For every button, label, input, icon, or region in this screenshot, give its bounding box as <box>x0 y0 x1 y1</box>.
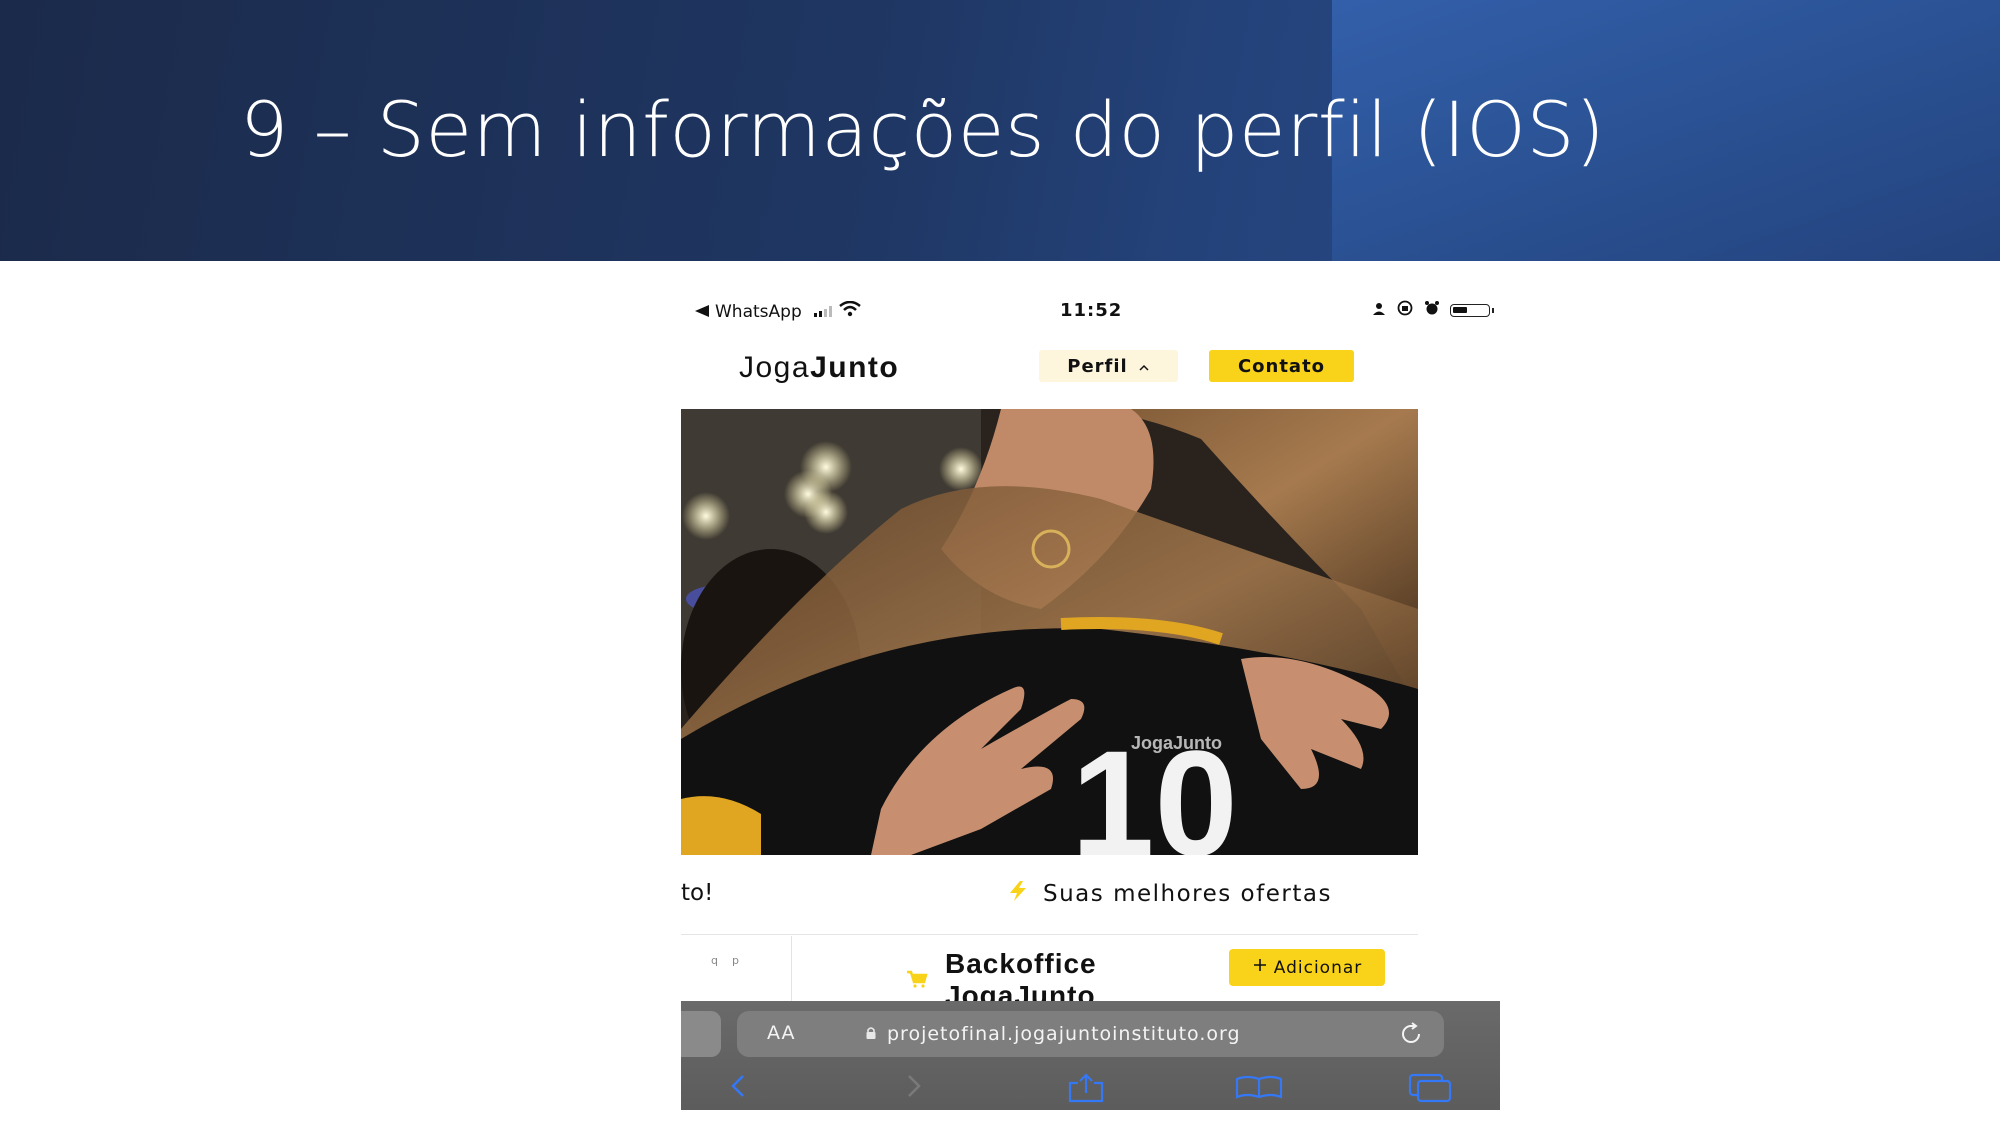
jersey-number: 10 <box>1071 719 1238 855</box>
url-text: projetofinal.jogajuntoinstituto.org <box>887 1023 1241 1045</box>
back-arrow-icon[interactable] <box>695 302 709 322</box>
site-nav: JogaJunto Perfil Contato <box>681 336 1500 410</box>
cart-icon <box>906 970 928 992</box>
chevron-up-icon <box>1138 356 1150 377</box>
bolt-icon <box>1007 880 1029 908</box>
contato-button[interactable]: Contato <box>1209 350 1354 382</box>
battery-icon <box>1450 304 1494 317</box>
status-bar: WhatsApp 11:52 <box>681 286 1500 336</box>
perfil-button[interactable]: Perfil <box>1039 350 1178 382</box>
cellular-signal-icon <box>813 306 832 317</box>
previous-tab-stub[interactable] <box>681 1011 721 1057</box>
padlock-icon <box>865 1023 877 1045</box>
phone-screenshot: WhatsApp 11:52 JogaJunto Perfil Contato … <box>681 286 1500 1110</box>
status-time: 11:52 <box>1060 300 1123 321</box>
offers-ticker: to! Suas melhores ofertas <box>681 876 1418 916</box>
jogajunto-logo[interactable]: JogaJunto <box>739 351 899 385</box>
perfil-label: Perfil <box>1067 355 1128 377</box>
forward-icon[interactable] <box>903 1073 925 1103</box>
address-bar[interactable]: AA projetofinal.jogajuntoinstituto.org <box>737 1011 1444 1057</box>
alarm-icon <box>1424 300 1440 321</box>
plus-icon <box>1252 957 1268 978</box>
ticker-left-text: to! <box>681 880 714 906</box>
status-right <box>1372 300 1494 321</box>
slide-title: 9 – Sem informações do perfil (IOS) <box>240 85 1606 174</box>
section-divider <box>681 934 1418 935</box>
ticker-right: Suas melhores ofertas <box>1007 880 1332 908</box>
adicionar-label: Adicionar <box>1273 957 1363 978</box>
status-left: WhatsApp <box>695 300 862 322</box>
text-size-button[interactable]: AA <box>767 1022 796 1044</box>
mini-search-row: q p <box>711 954 739 967</box>
back-app-label[interactable]: WhatsApp <box>715 302 802 322</box>
person-icon <box>1372 301 1386 321</box>
url-display[interactable]: projetofinal.jogajuntoinstituto.org <box>865 1023 1241 1045</box>
tabs-icon[interactable] <box>1408 1073 1454 1107</box>
mini-search-item[interactable]: q <box>711 954 718 967</box>
ticker-right-text: Suas melhores ofertas <box>1043 881 1332 907</box>
wifi-icon <box>838 300 862 322</box>
reload-icon[interactable] <box>1398 1021 1424 1052</box>
share-icon[interactable] <box>1066 1073 1106 1107</box>
bookmarks-icon[interactable] <box>1235 1073 1283 1105</box>
safari-chrome: AA projetofinal.jogajuntoinstituto.org <box>681 1001 1500 1110</box>
lock-rotation-icon <box>1396 300 1414 321</box>
mini-search-item[interactable]: p <box>732 954 739 967</box>
sidebar-divider <box>791 936 792 1006</box>
back-icon[interactable] <box>727 1073 749 1103</box>
hero-photo: JogaJunto 10 <box>681 409 1418 855</box>
safari-toolbar <box>681 1069 1500 1109</box>
slide-header: 9 – Sem informações do perfil (IOS) <box>0 0 2000 261</box>
adicionar-button[interactable]: Adicionar <box>1229 949 1385 986</box>
